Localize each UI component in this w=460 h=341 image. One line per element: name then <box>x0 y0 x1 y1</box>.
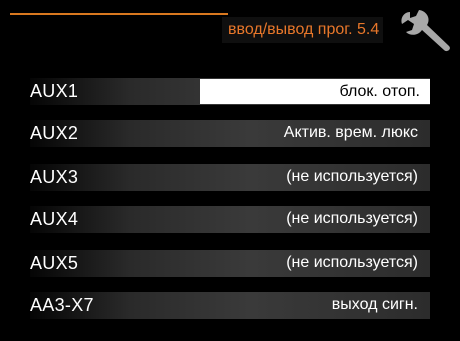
row-aux1[interactable]: AUX1 блок. отоп. <box>30 76 430 106</box>
row-label: AUX5 <box>30 253 79 273</box>
row-label: AUX4 <box>30 209 79 229</box>
header-line <box>10 13 228 15</box>
row-aux4[interactable]: AUX4 (не используется) <box>30 204 430 234</box>
row-value: (не используется) <box>286 254 418 271</box>
row-label: AUX3 <box>30 167 79 187</box>
row-value: (не используется) <box>286 168 418 185</box>
row-label: AUX2 <box>30 123 79 143</box>
row-label: AUX1 <box>30 81 79 101</box>
row-value: выход сигн. <box>331 296 418 313</box>
row-label: AA3-X7 <box>30 295 94 315</box>
page-title: ввод/вывод прог. 5.4 <box>222 17 384 43</box>
row-aux3[interactable]: AUX3 (не используется) <box>30 162 430 192</box>
row-aa3-x7[interactable]: AA3-X7 выход сигн. <box>30 290 430 320</box>
row-value: Актив. врем. люкс <box>283 124 418 141</box>
row-value-selected[interactable]: блок. отоп. <box>200 79 430 104</box>
row-value: (не используется) <box>286 210 418 227</box>
row-aux2[interactable]: AUX2 Актив. врем. люкс <box>30 118 430 148</box>
row-aux5[interactable]: AUX5 (не используется) <box>30 248 430 278</box>
wrench-icon <box>401 10 450 52</box>
